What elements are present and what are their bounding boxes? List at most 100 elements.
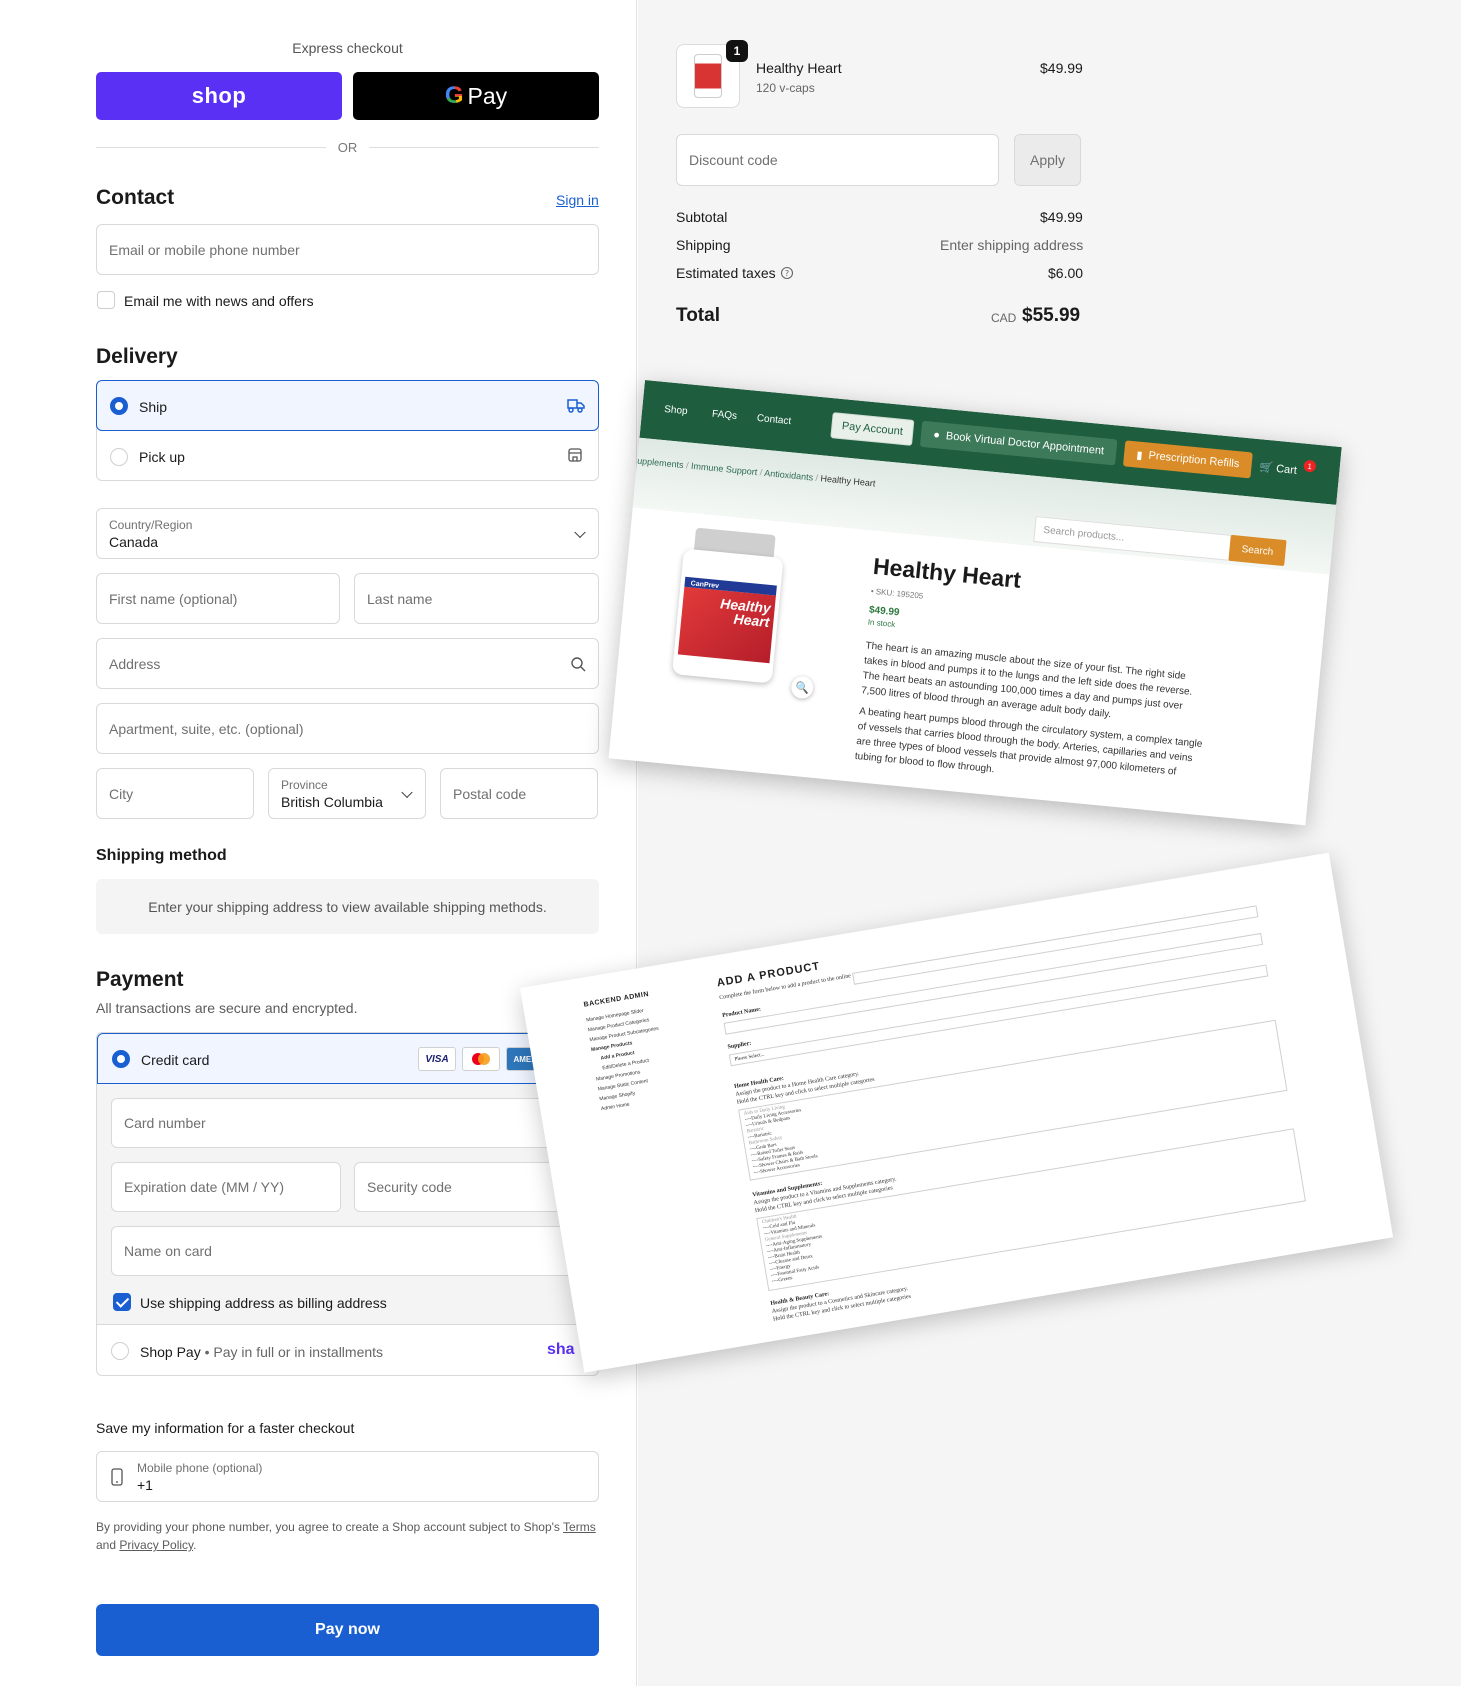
admin-sidebar-heading: BACKEND ADMIN (583, 990, 650, 1009)
apartment-field[interactable]: Apartment, suite, etc. (optional) (96, 703, 599, 754)
discount-code-field[interactable]: Discount code (676, 134, 999, 186)
svg-text:?: ? (785, 269, 789, 278)
pay-account-button[interactable]: Pay Account (830, 412, 915, 446)
credit-card-radio[interactable] (112, 1050, 130, 1068)
mastercard-icon (462, 1047, 500, 1071)
contact-heading: Contact (96, 186, 175, 209)
pay-now-button[interactable]: Pay now (96, 1604, 599, 1656)
ship-label: Ship (139, 399, 168, 415)
shop-logo: shop (191, 83, 247, 108)
express-checkout-label: Express checkout (292, 40, 403, 56)
cart-link[interactable]: 🛒 Cart (1259, 460, 1298, 477)
privacy-policy-link[interactable]: Privacy Policy (119, 1538, 193, 1552)
phone-value: +1 (137, 1476, 153, 1493)
province-label: Province (281, 777, 328, 792)
prescription-refills-button[interactable]: ▮ Prescription Refills (1122, 440, 1253, 479)
shipping-value: Enter shipping address (940, 237, 1084, 253)
delivery-option-ship[interactable] (96, 380, 599, 431)
shipping-note-text: Enter your shipping address to view avai… (148, 898, 547, 915)
country-value: Canada (109, 533, 159, 550)
admin-sidebar-item[interactable]: Manage Shopify (599, 1090, 636, 1102)
pickup-label[interactable]: Pick up (139, 449, 185, 465)
shipping-label: Shipping (676, 237, 731, 253)
payment-option-credit-card[interactable]: Credit card VISA AMEX (97, 1033, 598, 1084)
bottle-label: CanPrev Healthy Heart (677, 576, 777, 664)
cart-count-badge: 1 (1303, 459, 1317, 473)
province-value: British Columbia (281, 793, 383, 810)
google-g-icon: G (444, 82, 464, 109)
billing-same-label: Use shipping address as billing address (140, 1295, 387, 1311)
cart-label: Cart (1275, 462, 1298, 477)
name-on-card-placeholder: Name on card (124, 1243, 212, 1259)
expiry-placeholder: Expiration date (MM / YY) (124, 1179, 285, 1195)
item-variant: 120 v-caps (756, 81, 815, 95)
zoom-icon[interactable]: 🔍 (790, 675, 815, 700)
truck-icon (567, 399, 585, 413)
divider-line (96, 146, 326, 148)
city-placeholder: City (109, 785, 134, 802)
discount-placeholder: Discount code (689, 152, 778, 168)
product-sku: • SKU: 195205 (870, 586, 924, 601)
shop-pay-logo: sha (547, 1341, 575, 1358)
nav-shop[interactable]: Shop (664, 404, 688, 417)
mobile-phone-field[interactable]: Mobile phone (optional) +1 (96, 1451, 599, 1502)
country-select[interactable]: Country/Region Canada (96, 508, 599, 559)
checkout-form: Express checkout shop G Pay OR Contact S… (0, 0, 637, 1686)
payment-subtitle: All transactions are secure and encrypte… (96, 1000, 358, 1016)
last-name-field[interactable]: Last name (354, 573, 599, 624)
billing-same-checkbox[interactable] (113, 1293, 131, 1311)
card-number-placeholder: Card number (124, 1115, 206, 1131)
taxes-value: $6.00 (1048, 265, 1084, 281)
refills-label: Prescription Refills (1147, 449, 1240, 471)
shop-pay-sub: Pay in full or in installments (213, 1344, 384, 1360)
shipping-method-note: Enter your shipping address to view avai… (96, 879, 599, 934)
city-field[interactable]: City (96, 768, 254, 819)
product-price: $49.99 (868, 604, 900, 619)
postal-code-field[interactable]: Postal code (440, 768, 598, 819)
postal-placeholder: Postal code (453, 785, 527, 802)
payment-option-shop-pay[interactable]: Shop Pay • Pay in full or in installment… (97, 1325, 598, 1375)
question-circle-icon[interactable]: ? (780, 266, 794, 280)
item-price: $49.99 (1040, 60, 1083, 76)
email-field[interactable]: Email or mobile phone number (96, 224, 599, 275)
province-select[interactable]: Province British Columbia (268, 768, 426, 819)
first-name-field[interactable]: First name (optional) (96, 573, 340, 624)
ship-radio[interactable] (110, 397, 128, 415)
quantity-badge: 1 (726, 40, 748, 62)
phone-consent-text: By providing your phone number, you agre… (96, 1518, 599, 1554)
country-label: Country/Region (109, 517, 193, 532)
terms-link[interactable]: Terms (563, 1520, 596, 1534)
taxes-label: Estimated taxes (676, 265, 776, 281)
store-search-button[interactable]: Search (1228, 534, 1287, 567)
google-pay-button[interactable]: G Pay (353, 72, 599, 120)
shop-pay-radio[interactable] (111, 1342, 129, 1360)
nav-faqs[interactable]: FAQs (712, 409, 738, 422)
nav-contact[interactable]: Contact (756, 413, 791, 427)
name-on-card-field[interactable]: Name on card (111, 1226, 585, 1276)
subtotal-value: $49.99 (1040, 209, 1083, 225)
search-icon (571, 657, 586, 672)
user-icon: ● (932, 428, 941, 442)
pickup-radio[interactable] (110, 448, 128, 466)
cart-icon: 🛒 (1258, 461, 1274, 475)
admin-sidebar-item[interactable]: Admin Home (601, 1102, 631, 1113)
address-field[interactable]: Address (96, 638, 599, 689)
sign-in-link[interactable]: Sign in (556, 192, 599, 208)
product-image: CanPrev Healthy Heart (671, 527, 786, 686)
apply-button[interactable]: Apply (1014, 134, 1081, 186)
order-summary: 1 Healthy Heart 120 v-caps $49.99 Discou… (638, 0, 1461, 1686)
shop-pay-name: Shop Pay (140, 1344, 201, 1360)
card-number-field[interactable]: Card number (111, 1098, 585, 1148)
store-search-placeholder: Search products... (1042, 524, 1125, 544)
expiry-field[interactable]: Expiration date (MM / YY) (111, 1162, 341, 1212)
consent-and: and (96, 1538, 120, 1552)
consent-text: By providing your phone number, you agre… (96, 1520, 564, 1534)
book-appointment-button[interactable]: ● Book Virtual Doctor Appointment (919, 420, 1118, 466)
phone-label: Mobile phone (optional) (137, 1460, 263, 1475)
news-checkbox[interactable] (97, 291, 115, 309)
book-label: Book Virtual Doctor Appointment (945, 430, 1105, 458)
shop-pay-express-button[interactable]: shop (96, 72, 342, 120)
visa-icon: VISA (418, 1047, 456, 1071)
last-name-placeholder: Last name (367, 590, 433, 607)
or-label: OR (337, 139, 358, 155)
